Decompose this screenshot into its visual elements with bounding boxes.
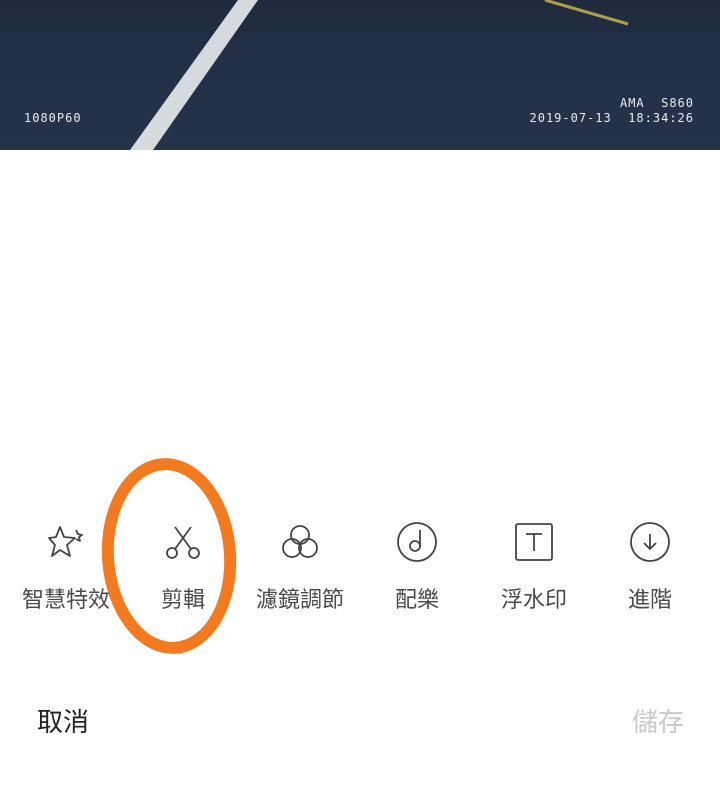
cancel-button[interactable]: 取消 [37, 702, 89, 739]
tool-label: 浮水印 [500, 588, 567, 613]
tool-label: 智慧特效 [21, 588, 110, 613]
tool-filter-adjust[interactable]: 濾鏡調節 [240, 518, 360, 628]
save-button[interactable]: 儲存 [632, 702, 684, 739]
music-note-icon [395, 518, 439, 566]
device-overlay: AMA S860 [619, 96, 694, 110]
scissors-icon [161, 518, 205, 566]
tool-label: 進階 [627, 588, 672, 613]
road-lane-markings [130, 0, 629, 150]
edit-toolbar: 智慧特效 剪輯 濾鏡調節 配樂 浮水印 進階 [0, 518, 720, 628]
arrow-down-circle-icon [628, 518, 672, 566]
video-preview[interactable]: 1080P60 AMA S860 2019-07-13 18:34:26 [0, 0, 720, 150]
tool-label: 濾鏡調節 [255, 588, 344, 613]
text-box-icon [512, 518, 556, 566]
tool-music[interactable]: 配樂 [357, 518, 477, 628]
timestamp-overlay: 2019-07-13 18:34:26 [529, 111, 694, 125]
tool-smart-effects[interactable]: 智慧特效 [6, 518, 126, 628]
tool-advanced[interactable]: 進階 [590, 518, 710, 628]
tool-label: 配樂 [394, 588, 439, 613]
filter-circles-icon [278, 518, 322, 566]
star-magic-icon [44, 518, 88, 566]
resolution-overlay: 1080P60 [24, 111, 82, 125]
tool-trim[interactable]: 剪輯 [123, 518, 243, 628]
tool-watermark[interactable]: 浮水印 [474, 518, 594, 628]
tool-label: 剪輯 [160, 588, 205, 613]
